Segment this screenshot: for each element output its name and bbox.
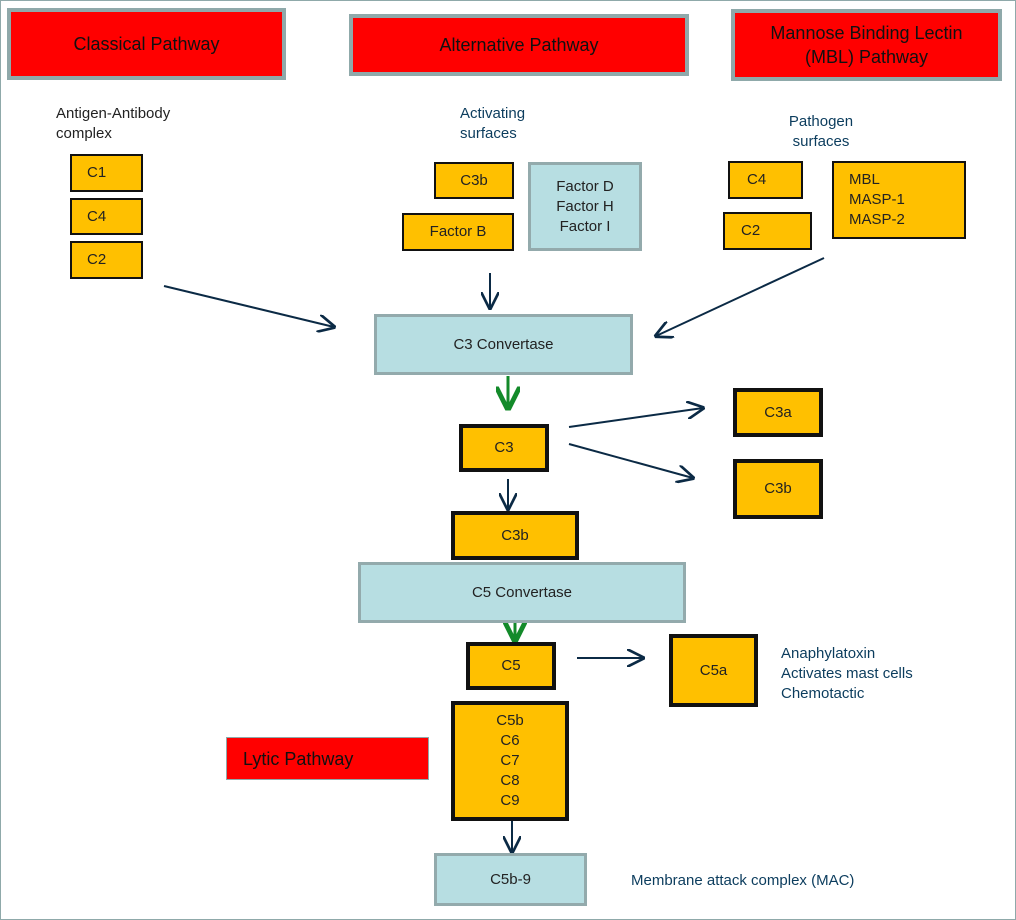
note-line: Anaphylatoxin [781,645,876,662]
factor-label: Factor D [556,177,614,195]
component-label: C3 [494,439,514,456]
component-label: C3a [764,403,792,421]
mac-label: Membrane attack complex (MAC) [631,872,855,889]
lytic-pathway-header: Lytic Pathway [226,737,429,780]
trigger-line: complex [56,125,112,142]
factor-label: Factor I [559,217,611,235]
terminal-complex-box: C5b C6 C7 C8 C9 [451,701,569,821]
header-label: (MBL) Pathway [804,47,929,67]
convertase-label: C3 Convertase [453,335,554,353]
arrow-mbl-to-c3-convertase [656,257,825,336]
c1-box: C1 [70,154,143,192]
header-label: Alternative Pathway [439,35,599,55]
component-label: C9 [500,792,520,809]
classical-pathway-header: Classical Pathway [7,8,286,80]
c3b-box: C3b [451,511,579,560]
c5a-box: C5a [669,634,758,707]
note-line: Chemotactic [781,685,865,702]
c3-convertase-box: C3 Convertase [374,314,633,375]
factor-label: Factor H [556,197,614,215]
c3b-right-box: C3b [733,459,823,519]
header-label: Classical Pathway [73,34,220,54]
component-label: C1 [87,164,107,181]
component-label: C6 [500,732,520,749]
component-label: Factor B [429,223,487,240]
mac-box-label: C5b-9 [490,870,531,888]
mbl-proteins-box: MBL MASP-1 MASP-2 [832,161,966,239]
arrow-classical-to-c3-convertase [163,285,334,327]
factor-b-box: Factor B [402,213,514,251]
mac-box: C5b-9 [434,853,587,906]
protein-label: MBL [849,171,880,188]
component-label: C5 [501,657,521,674]
c3a-box: C3a [733,388,823,437]
protein-label: MASP-1 [849,191,905,208]
mbl-trigger: Pathogen surfaces [781,112,861,152]
arrow-c3-to-c3b-right [568,443,693,478]
trigger-line: Antigen-Antibody [56,105,171,122]
arrow-c3-to-c3a [568,408,703,428]
complement-pathway-diagram: Classical Pathway Alternative Pathway Ma… [0,0,1016,920]
component-label: C3b [501,526,529,544]
component-label: C8 [500,772,520,789]
header-label: Mannose Binding Lectin [770,23,963,43]
alternative-pathway-header: Alternative Pathway [349,14,689,76]
trigger-line: surfaces [460,125,517,142]
component-label: C2 [741,222,761,239]
c5-box: C5 [466,642,556,690]
c2-box: C2 [70,241,143,279]
trigger-line: surfaces [792,133,850,150]
trigger-line: Pathogen [788,113,854,130]
component-label: C4 [747,171,767,188]
component-label: C5a [699,661,728,679]
component-label: C5b [496,712,524,729]
alt-c3b-box: C3b [434,162,514,199]
component-label: C7 [500,752,520,769]
note-line: Activates mast cells [781,665,913,682]
trigger-line: Activating [460,105,526,122]
c5-convertase-box: C5 Convertase [358,562,686,623]
component-label: C4 [87,207,107,225]
c4-box: C4 [70,198,143,235]
component-label: C3b [460,171,488,189]
protein-label: MASP-2 [849,211,905,228]
factors-dhi-box: Factor D Factor H Factor I [528,162,642,251]
component-label: C3b [764,480,792,497]
alternative-trigger: Activating surfaces [460,104,525,144]
c3-box: C3 [459,424,549,472]
mbl-pathway-header: Mannose Binding Lectin (MBL) Pathway [731,9,1002,81]
convertase-label: C5 Convertase [471,583,573,601]
c5a-notes: Anaphylatoxin Activates mast cells Chemota… [781,644,913,704]
header-label: Lytic Pathway [243,748,354,769]
mbl-c4-box: C4 [728,161,803,199]
classical-trigger: Antigen-Antibody complex [56,104,170,144]
component-label: C2 [87,251,107,268]
mbl-c2-box: C2 [723,212,812,250]
